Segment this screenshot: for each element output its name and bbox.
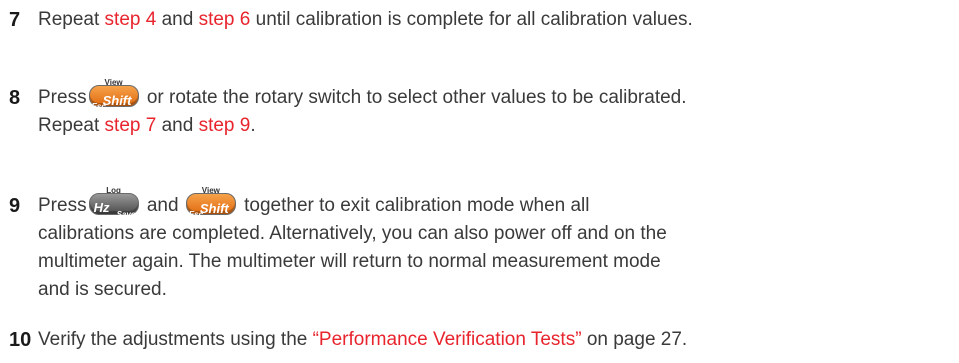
link-step-9[interactable]: step 9	[199, 115, 251, 136]
text: Verify the adjustments using the	[38, 329, 313, 350]
step-line: calibrations are completed. Alternativel…	[38, 223, 667, 244]
instruction-page: 7 Repeat step 4 and step 6 until calibra…	[0, 0, 959, 363]
hz-key-icon: Log Hz Save	[88, 186, 139, 219]
step-number: 10	[9, 329, 32, 351]
step-text: Verify the adjustments using the “Perfor…	[38, 326, 955, 354]
key-main-label: Shift	[199, 201, 229, 216]
text: until calibration is complete for all ca…	[250, 9, 693, 30]
step-text: Press View Esc Shift or rotate the rotary s…	[38, 78, 955, 140]
step-line: and is secured.	[38, 279, 167, 300]
shift-key-icon: View Esc Shift	[185, 186, 236, 219]
step-text: Repeat step 4 and step 6 until calibrati…	[38, 6, 955, 34]
step-line: Press View Esc Shift or rotate the rotary s…	[38, 78, 955, 112]
text: and	[141, 195, 184, 216]
step-number: 9	[9, 195, 21, 217]
step-line: Repeat step 7 and step 9.	[38, 112, 955, 140]
step-text: Press Log Hz Save and View Esc Shift together…	[38, 186, 955, 304]
key-main-label: Hz	[93, 200, 110, 215]
text: on page 27.	[581, 329, 688, 350]
text: Press	[38, 87, 87, 108]
step-line: multimeter again. The multimeter will re…	[38, 251, 661, 272]
link-performance-verification-tests[interactable]: “Performance Verification Tests”	[313, 329, 582, 350]
step-line: Press Log Hz Save and View Esc Shift together…	[38, 186, 955, 220]
link-step-7[interactable]: step 7	[105, 115, 157, 136]
step-number: 7	[9, 9, 21, 31]
text: and	[156, 9, 199, 30]
key-main-label: Shift	[102, 93, 132, 108]
text: Repeat	[38, 9, 105, 30]
text: or rotate the rotary switch to select ot…	[141, 87, 687, 108]
text: Press	[38, 195, 87, 216]
link-step-4[interactable]: step 4	[105, 9, 157, 30]
link-step-6[interactable]: step 6	[199, 9, 251, 30]
text: together to exit calibration mode when a…	[238, 195, 590, 216]
shift-key-icon: View Esc Shift	[88, 78, 139, 111]
key-sub-label: Save	[116, 210, 136, 219]
step-number: 8	[9, 87, 21, 109]
text: .	[250, 115, 256, 136]
text: and	[156, 115, 199, 136]
